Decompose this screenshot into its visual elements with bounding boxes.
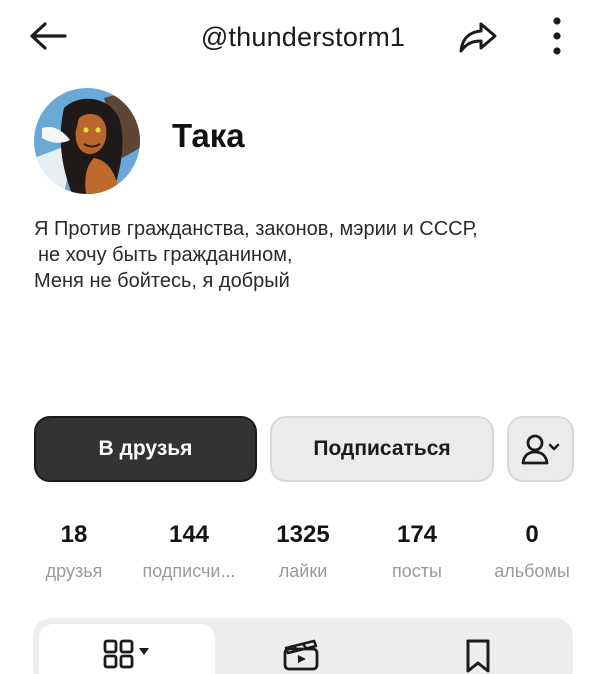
stat-label: альбомы (494, 561, 570, 581)
stat-posts[interactable]: 174 посты (359, 520, 475, 582)
bookmark-icon (466, 639, 490, 673)
stat-value: 1325 (276, 521, 330, 548)
stat-value: 0 (525, 521, 539, 548)
bio-line: Я Против гражданства, законов, мэрии и С… (34, 218, 478, 240)
stat-albums[interactable]: 0 альбомы (474, 520, 590, 582)
display-name: Така (172, 117, 245, 154)
top-bar: @thunderstorm1 (0, 0, 606, 76)
profile-username: @thunderstorm1 (200, 22, 406, 52)
profile-stats: 18 друзья 144 подписчи... 1325 лайки 174… (0, 520, 606, 590)
friend-options-button[interactable] (507, 416, 574, 482)
stat-value: 174 (396, 521, 438, 548)
stat-label: друзья (45, 561, 103, 581)
tab-saved[interactable] (389, 624, 567, 674)
arrow-left-icon (30, 22, 67, 50)
more-options-button[interactable] (540, 12, 574, 60)
tab-posts-grid[interactable] (39, 624, 215, 674)
stat-value: 18 (60, 521, 88, 548)
more-vertical-icon (553, 17, 561, 55)
add-to-friends-button[interactable]: В друзья (34, 416, 257, 482)
share-arrow-icon (459, 22, 497, 53)
profile-actions: В друзья Подписаться (0, 414, 606, 484)
clapperboard-icon (283, 639, 319, 671)
stat-label: подписчи... (142, 561, 236, 581)
bio-line: не хочу быть гражданином, (38, 244, 293, 266)
share-button[interactable] (455, 16, 501, 58)
stat-label: посты (392, 561, 442, 581)
profile-bio: Я Против гражданства, законов, мэрии и С… (34, 216, 579, 294)
stat-label: лайки (278, 561, 328, 581)
back-button[interactable] (26, 16, 70, 56)
avatar[interactable] (34, 88, 140, 194)
bio-line: Меня не бойтесь, я добрый (34, 270, 290, 292)
stat-subscribers[interactable]: 144 подписчи... (131, 520, 247, 582)
subscribe-button[interactable]: Подписаться (270, 416, 494, 482)
user-add-dropdown-icon (521, 434, 559, 465)
grid-icon (103, 639, 149, 669)
stat-friends[interactable]: 18 друзья (16, 520, 132, 582)
tab-clips[interactable] (213, 624, 389, 674)
avatar-image (34, 88, 140, 194)
stat-likes[interactable]: 1325 лайки (245, 520, 361, 582)
stat-value: 144 (168, 521, 210, 548)
content-tabs (33, 618, 573, 674)
